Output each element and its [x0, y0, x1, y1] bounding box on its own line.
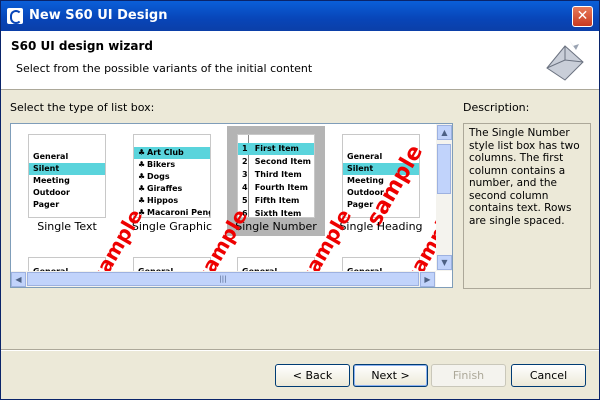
wizard-subtitle: Select from the possible variants of the…: [16, 62, 313, 75]
window-title: New S60 UI Design: [29, 8, 168, 23]
title-bar[interactable]: New S60 UI Design ✕: [1, 1, 599, 31]
list-item: ♣ Art Club: [134, 147, 210, 159]
vertical-scrollbar[interactable]: ▲ ▼: [436, 124, 452, 271]
list-item: 4 Fourth Item: [242, 183, 308, 192]
list-item: 5 Fifth Item: [242, 196, 300, 205]
scroll-left-icon[interactable]: ◀: [11, 272, 26, 287]
horizontal-scroll-thumb[interactable]: |||: [27, 272, 419, 286]
close-button[interactable]: ✕: [572, 6, 593, 27]
next-button[interactable]: Next >: [353, 364, 428, 387]
list-item: 3 Third Item: [242, 170, 302, 179]
preview: ♣ Art Club ♣ Bikers ♣ Dogs ♣ Giraffes ♣ Hippo…: [133, 134, 211, 218]
footer-divider: [1, 349, 599, 351]
item-graphic-icon: ♣: [138, 160, 146, 169]
scroll-down-icon[interactable]: ▼: [437, 255, 452, 270]
list-item: ♣ Hippos: [138, 196, 179, 205]
item-graphic-icon: ♣: [138, 196, 146, 205]
horizontal-scrollbar[interactable]: ◀ ||| ▶: [11, 271, 436, 287]
wizard-window: New S60 UI Design ✕ S60 UI design wizard…: [0, 0, 600, 400]
item-graphic-icon: ♣: [138, 172, 146, 181]
finish-button[interactable]: Finish: [431, 364, 506, 387]
back-button[interactable]: < Back: [275, 364, 350, 387]
scroll-up-icon[interactable]: ▲: [437, 125, 452, 140]
list-item: ♣ Dogs: [138, 172, 170, 181]
thumb-caption: Single Text: [37, 220, 97, 233]
item-graphic-icon: ♣: [138, 184, 146, 193]
wizard-title: S60 UI design wizard: [11, 39, 153, 53]
list-item: Outdoor: [33, 188, 70, 197]
wizard-header: S60 UI design wizard Select from the pos…: [1, 31, 599, 90]
list-item: Pager: [33, 200, 60, 209]
vertical-scroll-thumb[interactable]: [437, 144, 451, 194]
item-graphic-icon: ♣: [138, 148, 146, 157]
envelope-wizard-icon: [546, 40, 584, 81]
cancel-button[interactable]: Cancel: [511, 364, 586, 387]
list-item: Silent: [29, 163, 105, 175]
list-item: ♣ Bikers: [138, 160, 176, 169]
description-label: Description:: [463, 101, 530, 114]
preview: General Silent Meeting Outdoor Pager: [28, 134, 106, 218]
list-box-gallery[interactable]: General Silent Meeting Outdoor Pager Sin…: [10, 123, 453, 288]
list-type-label: Select the type of list box:: [10, 101, 155, 114]
scroll-right-icon[interactable]: ▶: [420, 272, 435, 287]
list-item: Meeting: [33, 176, 70, 185]
preview: 1 First Item 2 Second Item 3 Third Item …: [237, 134, 315, 218]
thumb-single-text[interactable]: General Silent Meeting Outdoor Pager Sin…: [18, 126, 116, 236]
list-item: 1 First Item: [238, 143, 314, 155]
list-item: 2 Second Item: [242, 157, 311, 166]
app-icon: [7, 8, 23, 24]
list-item: ♣ Giraffes: [138, 184, 183, 193]
list-item: General: [33, 152, 69, 161]
description-text: The Single Number style list box has two…: [463, 123, 591, 289]
